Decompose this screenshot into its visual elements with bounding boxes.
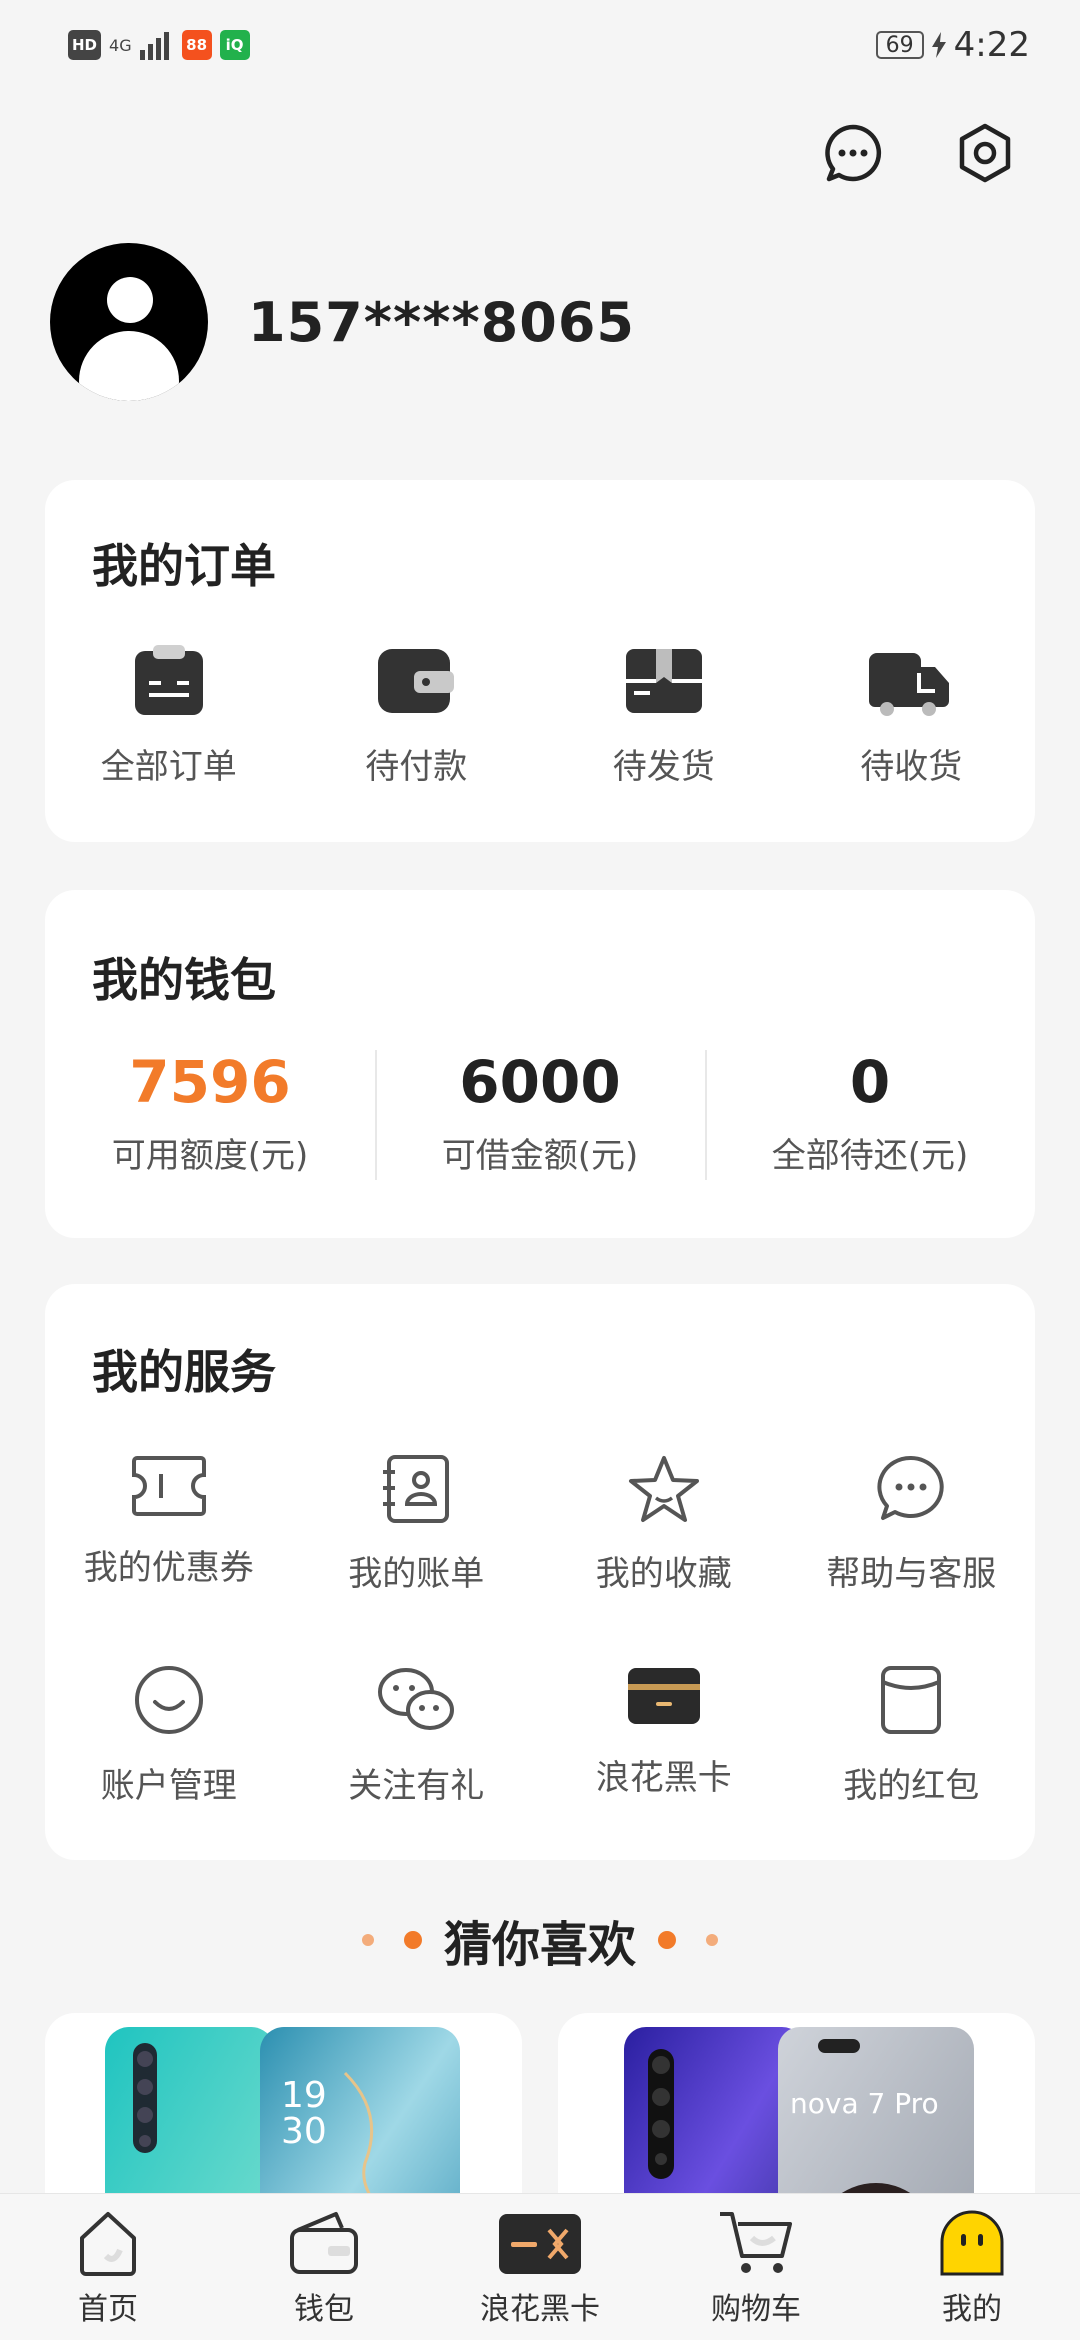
home-icon: [80, 2212, 136, 2276]
tab-wallet-label: 钱包: [294, 2292, 354, 2327]
clipboard-icon: [134, 645, 203, 715]
wallet-title: 我的钱包: [92, 953, 276, 1007]
order-all[interactable]: 全部订单: [45, 643, 293, 788]
decor-dot: [706, 1934, 718, 1946]
service-red-packets-label: 我的红包: [843, 1766, 980, 1806]
tab-black-card[interactable]: 浪花黑卡: [432, 2194, 648, 2340]
wallet-total-repayment[interactable]: 0 全部待还(元): [705, 1048, 1035, 1180]
orders-card: 我的订单 全部订单 待付款 待发货 待收货: [45, 480, 1035, 842]
bill-icon: [383, 1455, 450, 1523]
tab-cart[interactable]: 购物车: [648, 2194, 864, 2340]
wallet-borrowable-amount[interactable]: 6000 可借金额(元): [375, 1048, 705, 1180]
decor-dot: [361, 1934, 374, 1946]
available-credit-value: 7596: [129, 1048, 291, 1116]
coupon-icon: [131, 1456, 206, 1516]
service-help-label: 帮助与客服: [826, 1554, 997, 1594]
recommend-title: 猜你喜欢: [443, 1917, 636, 1973]
status-bar: HD 4G 88 iQ 69 4:22: [0, 0, 1080, 90]
tab-black-card-label: 浪花黑卡: [480, 2292, 600, 2327]
black-card-icon: [627, 1668, 700, 1724]
message-button[interactable]: [818, 118, 888, 188]
signal-icon: [139, 32, 169, 60]
order-pending-payment-label: 待付款: [365, 747, 468, 787]
tab-home-label: 首页: [78, 2292, 138, 2327]
top-actions: [818, 118, 1080, 188]
total-repayment-value: 0: [849, 1048, 891, 1116]
mascot-icon: [940, 2210, 1004, 2276]
service-coupons-label: 我的优惠券: [83, 1548, 254, 1588]
service-bills-label: 我的账单: [348, 1554, 485, 1594]
clock: 4:22: [953, 25, 1030, 65]
service-black-card[interactable]: 浪花黑卡: [540, 1664, 788, 1807]
black-card-icon: [499, 2214, 581, 2274]
total-repayment-label: 全部待还(元): [771, 1136, 969, 1176]
available-credit-label: 可用额度(元): [111, 1136, 309, 1176]
tab-home[interactable]: 首页: [0, 2194, 216, 2340]
service-help[interactable]: 帮助与客服: [788, 1454, 1036, 1595]
chat-icon: [877, 1455, 944, 1520]
tab-cart-label: 购物车: [711, 2292, 801, 2327]
battery-icon: 69: [875, 31, 924, 59]
red-packet-icon: [881, 1666, 942, 1734]
cart-icon: [720, 2212, 792, 2273]
star-icon: [628, 1456, 699, 1522]
profile-header[interactable]: 157****8065: [50, 243, 635, 401]
wallet-icon: [378, 649, 455, 713]
smile-icon: [134, 1666, 203, 1734]
service-red-packets[interactable]: 我的红包: [788, 1664, 1036, 1807]
phone-screen-time-hour: 19: [281, 2075, 327, 2116]
service-account[interactable]: 账户管理: [45, 1664, 293, 1807]
user-phone: 157****8065: [248, 290, 635, 354]
order-all-label: 全部订单: [100, 747, 237, 787]
network-indicator: 4G: [109, 35, 132, 55]
decor-dot: [658, 1931, 676, 1949]
orders-title: 我的订单: [92, 539, 276, 593]
order-pending-payment[interactable]: 待付款: [293, 643, 541, 788]
message-icon: [825, 124, 882, 182]
hd-indicator: HD: [68, 30, 102, 60]
service-favorites-label: 我的收藏: [595, 1554, 732, 1594]
tab-wallet[interactable]: 钱包: [216, 2194, 432, 2340]
order-pending-shipment-label: 待发货: [612, 747, 715, 787]
iqiyi-notification-icon: iQ: [219, 30, 250, 60]
product-brand-text: nova 7 Pro: [790, 2087, 939, 2120]
charging-icon: [931, 32, 946, 58]
service-account-label: 账户管理: [100, 1766, 237, 1806]
service-coupons[interactable]: 我的优惠券: [45, 1454, 293, 1595]
service-bills[interactable]: 我的账单: [293, 1454, 541, 1595]
phone-screen-time-minute: 30: [281, 2111, 327, 2152]
avatar[interactable]: [50, 243, 208, 401]
borrowable-amount-value: 6000: [459, 1048, 621, 1116]
order-pending-shipment[interactable]: 待发货: [540, 643, 788, 788]
service-follow[interactable]: 关注有礼: [293, 1664, 541, 1807]
service-black-card-label: 浪花黑卡: [595, 1758, 732, 1798]
decor-dot: [403, 1931, 422, 1949]
borrowable-amount-label: 可借金额(元): [441, 1136, 639, 1176]
services-title: 我的服务: [92, 1345, 276, 1399]
tab-mine-label: 我的: [942, 2292, 1002, 2327]
wallet-icon: [290, 2212, 358, 2274]
service-follow-label: 关注有礼: [348, 1766, 485, 1806]
order-pending-receipt-label: 待收货: [860, 747, 963, 787]
truck-icon: [869, 653, 950, 716]
wallet-card: 我的钱包 7596 可用额度(元) 6000 可借金额(元) 0 全部待还(元): [45, 890, 1035, 1238]
app-notification-icon: 88: [181, 30, 212, 60]
recommend-header: 猜你喜欢: [0, 1905, 1080, 1975]
order-pending-receipt[interactable]: 待收货: [788, 643, 1036, 788]
tab-mine[interactable]: 我的: [864, 2194, 1080, 2340]
service-favorites[interactable]: 我的收藏: [540, 1454, 788, 1595]
bottom-tab-bar: 首页 钱包 浪花黑卡 购物车 我的: [0, 2193, 1080, 2340]
wechat-icon: [378, 1668, 455, 1730]
battery-level: 69: [885, 32, 914, 58]
settings-icon: [959, 123, 1011, 183]
services-card: 我的服务 我的优惠券 我的账单 我的收藏 帮助与客服 账户管理 关注有礼 浪花黑…: [45, 1284, 1035, 1860]
package-icon: [625, 649, 702, 713]
settings-button[interactable]: [950, 118, 1020, 188]
wallet-available-credit[interactable]: 7596 可用额度(元): [45, 1050, 375, 1177]
